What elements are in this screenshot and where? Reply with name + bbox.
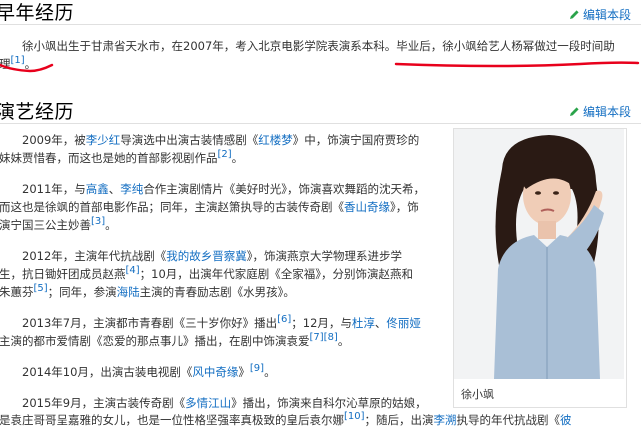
paragraph-line: 演宁国三公主妙善[3]。: [0, 216, 117, 232]
link-work[interactable]: 我的故乡晋察冀: [166, 249, 247, 263]
person-photo[interactable]: [454, 129, 624, 379]
citation-link[interactable]: [5]: [34, 283, 48, 294]
citation-link[interactable]: [10]: [344, 411, 365, 422]
paragraph-line: 朱蕙芬[5]；同年，参演海陆主演的青春励志剧《水男孩》。: [0, 283, 295, 299]
link-work[interactable]: 风中奇缘: [192, 365, 238, 379]
link-work[interactable]: 多情江山: [185, 396, 231, 410]
paragraph-line: 2014年10月，出演古装电视剧《风中奇缘》[9]。: [22, 363, 276, 379]
paragraph-line: 2013年7月，主演都市青春剧《三十岁你好》播出[6]；12月，与杜淳、佟丽娅: [22, 314, 421, 330]
section-title-career: 演艺经历: [0, 101, 75, 123]
photo-caption: 徐小飒: [461, 388, 494, 401]
paragraph-early-life-line1: 徐小飒出生于甘肃省天水市，在2007年，考入北京电影学院表演系本科。毕业后，徐小…: [22, 39, 615, 53]
paragraph-line: 而这也是徐飒的首部电影作品；同年，主演赵箫执导的古装传奇剧《香山奇缘》，饰: [0, 200, 419, 214]
link-person[interactable]: 李少红: [86, 133, 121, 147]
link-work[interactable]: 香山奇缘: [344, 200, 390, 214]
red-underline-annotation: [0, 61, 640, 73]
pencil-icon: [569, 10, 579, 19]
paragraph-line: 妹妹贾惜春，而这也是她的首部影视剧作品[2]。: [0, 149, 244, 165]
citation-link[interactable]: [8]: [324, 332, 338, 343]
edit-label: 编辑本段: [582, 8, 631, 22]
edit-section-early-life-button[interactable]: 编辑本段: [569, 6, 631, 23]
edit-section-career-button[interactable]: 编辑本段: [569, 103, 631, 120]
citation-link[interactable]: [6]: [277, 314, 291, 325]
section-title-early-life: 早年经历: [0, 2, 75, 24]
citation-link[interactable]: [4]: [126, 265, 140, 276]
citation-link[interactable]: [3]: [91, 216, 105, 227]
link-person[interactable]: 海陆: [117, 285, 140, 299]
paragraph-line: 2009年，被李少红导演选中出演古装情感剧《红楼梦》中，饰演宁国府贾珍的: [22, 133, 420, 147]
section-divider: [0, 123, 641, 124]
paragraph-line: 2012年，主演年代抗战剧《我的故乡晋察冀》，饰演燕京大学物理系进步学: [22, 249, 403, 263]
link-person[interactable]: 佟丽娅: [386, 316, 421, 330]
paragraph-line: 是袁庄哥哥呈嘉雅的女儿，也是一位性格坚强率真极致的皇后袁尔娜[10]；随后，出演…: [0, 411, 572, 427]
paragraph-line: 2011年，与高鑫、李纯合作主演剧情片《美好时光》，饰演喜欢舞蹈的沈天希，: [22, 182, 426, 196]
edit-label: 编辑本段: [582, 105, 631, 119]
paragraph-line: 主演的都市爱情剧《恋爱的那点事儿》播出，在剧中饰演袁爱[7][8]。: [0, 332, 350, 348]
paragraph-line: 生，抗日锄奸团成员赵燕[4]；10月，出演年代家庭剧《全家福》，分别饰演赵燕和: [0, 265, 414, 281]
paragraph-line: 2015年9月，主演古装传奇剧《多情江山》播出，饰演来自科尔沁草原的姑娘，: [22, 396, 427, 410]
section-divider: [0, 24, 641, 25]
link-person[interactable]: 李纯: [120, 182, 143, 196]
link-work[interactable]: 红楼梦: [258, 133, 293, 147]
citation-link[interactable]: [2]: [218, 149, 232, 160]
citation-link[interactable]: [7]: [310, 332, 324, 343]
citation-link[interactable]: [9]: [250, 363, 264, 374]
link-person[interactable]: 高鑫: [86, 182, 109, 196]
link-person[interactable]: 杜淳: [352, 316, 375, 330]
pencil-icon: [569, 107, 579, 116]
